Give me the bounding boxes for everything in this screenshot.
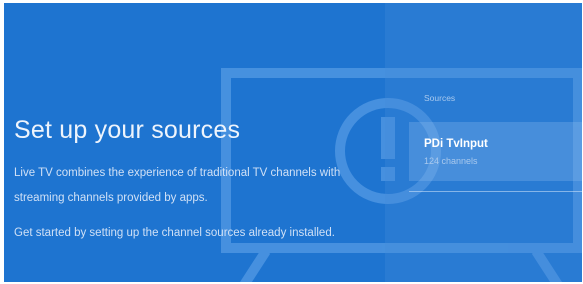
source-name: PDi TvInput [424,138,488,150]
page-title: Set up your sources [14,116,241,144]
sources-panel: Sources PDi TvInput 124 channels [385,3,582,282]
source-item-pdi-tvinput[interactable]: PDi TvInput 124 channels [409,122,582,181]
source-channel-count: 124 channels [424,156,478,166]
setup-description: Live TV combines the experience of tradi… [14,167,341,204]
live-tv-setup-screen: Set up your sources Live TV combines the… [4,3,582,282]
divider [409,191,582,192]
sources-heading: Sources [424,93,456,103]
setup-instruction: Get started by setting up the channel so… [14,227,335,239]
setup-intro: Set up your sources Live TV combines the… [4,3,384,282]
